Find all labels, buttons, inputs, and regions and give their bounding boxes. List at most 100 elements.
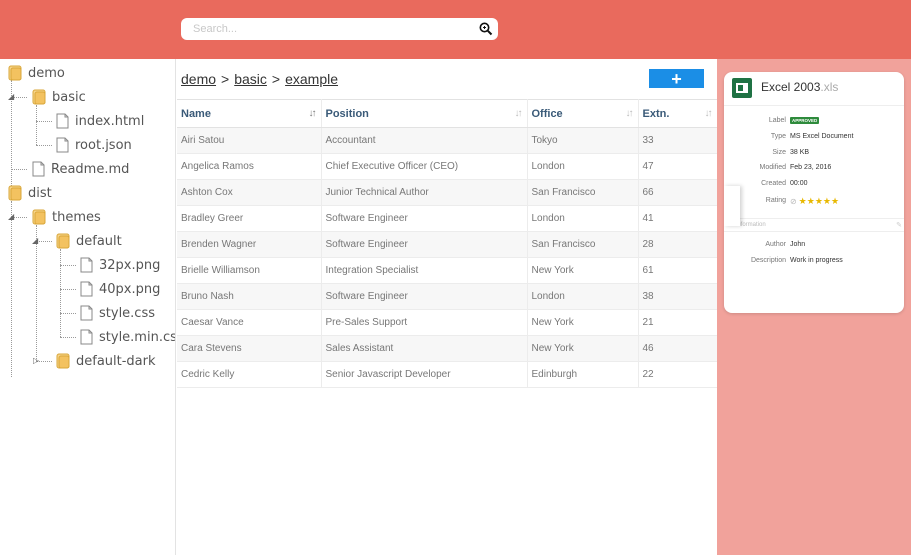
table-row[interactable]: Cedric Kelly Senior Javascript Developer E… [177, 361, 718, 388]
tree-item-style-min-css[interactable]: style.min.css [80, 326, 175, 348]
breadcrumb-separator: > [221, 71, 230, 87]
meta-value: 00:00 [790, 180, 808, 187]
cell-extn: 61 [638, 257, 718, 284]
star-icon[interactable]: ★ [831, 196, 839, 206]
column-header-name[interactable]: Name ↓↑ [177, 99, 322, 128]
breadcrumb-link[interactable]: basic [234, 71, 267, 87]
cell-position: Software Engineer [321, 283, 528, 310]
sort-icon[interactable]: ↓↑ [515, 108, 523, 119]
tree-item-index-html[interactable]: index.html [56, 110, 144, 132]
meta-value: 38 KB [790, 149, 810, 156]
cell-extn: 66 [638, 179, 718, 206]
search-box[interactable] [181, 18, 498, 40]
collapse-icon[interactable]: ◢ [8, 213, 16, 221]
star-icon[interactable]: ★ [823, 196, 831, 206]
meta-modified-row: Modified Feb 23, 2016 [724, 164, 904, 174]
table-row[interactable]: Bruno Nash Software Engineer London 38 [177, 283, 718, 310]
column-header-extn[interactable]: Extn. ↓↑ [638, 99, 718, 128]
cell-position: Accountant [321, 127, 528, 154]
sort-icon[interactable]: ↓↑ [626, 108, 634, 119]
file-name: Excel 2003 [761, 80, 821, 94]
breadcrumb-link[interactable]: example [285, 71, 338, 87]
section-header[interactable]: us information ✎ [724, 218, 904, 232]
meta-rating-row: Rating ⊘ ★★★★★ [724, 197, 904, 207]
tree-item-themes[interactable]: themes [32, 206, 101, 228]
cell-extn: 38 [638, 283, 718, 310]
breadcrumb-link[interactable]: demo [181, 71, 216, 87]
data-table: Name ↓↑ Position ↓↑ Office ↓↑ Extn. ↓↑ Airi … [177, 99, 718, 388]
cell-position: Pre-Sales Support [321, 309, 528, 336]
star-icon[interactable]: ★ [799, 196, 807, 206]
meta-author-row: Author John [724, 241, 904, 251]
folder-icon [32, 89, 46, 105]
column-header-position[interactable]: Position ↓↑ [321, 99, 528, 128]
cell-office: London [527, 283, 639, 310]
tree-item-label: dist [28, 185, 52, 201]
table-row[interactable]: Angelica Ramos Chief Executive Officer (C… [177, 153, 718, 180]
file-icon [80, 257, 93, 273]
author-link[interactable]: John [790, 241, 805, 248]
column-header-label: Office [531, 107, 563, 120]
cell-office: New York [527, 257, 639, 284]
add-button[interactable]: + [649, 69, 704, 88]
edit-icon[interactable]: ✎ [896, 221, 902, 229]
rating-stars[interactable]: ⊘ ★★★★★ [790, 196, 839, 207]
table-row[interactable]: Ashton Cox Junior Technical Author San Fra… [177, 179, 718, 206]
tree-item-root-json[interactable]: root.json [56, 134, 132, 156]
cell-position: Junior Technical Author [321, 179, 528, 206]
excel-file-icon [732, 78, 752, 98]
cell-name: Angelica Ramos [177, 153, 322, 180]
cell-position: Integration Specialist [321, 257, 528, 284]
file-tree: ◢ ◢ ◢ ▷ demo basic index.html root.json … [0, 59, 176, 555]
table-header-row: Name ↓↑ Position ↓↑ Office ↓↑ Extn. ↓↑ [177, 99, 718, 128]
clear-rating-icon[interactable]: ⊘ [790, 197, 797, 206]
status-badge: APPROVED [790, 117, 820, 124]
cell-extn: 41 [638, 205, 718, 232]
cell-name: Airi Satou [177, 127, 322, 154]
column-header-label: Position [325, 107, 369, 120]
description-link[interactable]: Work in progress [790, 257, 843, 264]
tree-item-default[interactable]: default [56, 230, 122, 252]
plus-icon: + [671, 68, 682, 89]
collapse-icon[interactable]: ◢ [8, 93, 16, 101]
table-row[interactable]: Brielle Williamson Integration Specialist… [177, 257, 718, 284]
column-header-office[interactable]: Office ↓↑ [527, 99, 639, 128]
tree-item-label: Readme.md [51, 161, 130, 177]
table-row[interactable]: Caesar Vance Pre-Sales Support New York 21 [177, 309, 718, 336]
tree-item-default-dark[interactable]: default-dark [56, 350, 156, 372]
tree-item-readme[interactable]: Readme.md [32, 158, 129, 180]
expand-icon[interactable]: ▷ [33, 357, 41, 365]
file-icon [56, 113, 69, 129]
column-header-label: Extn. [642, 107, 670, 120]
meta-created-row: Created 00:00 [724, 180, 904, 190]
file-icon [80, 329, 93, 345]
sort-icon[interactable]: ↓↑ [309, 108, 317, 119]
cell-office: San Francisco [527, 179, 639, 206]
divider [724, 105, 904, 106]
star-icon[interactable]: ★ [815, 196, 823, 206]
cell-extn: 21 [638, 309, 718, 336]
tree-item-style-css[interactable]: style.css [80, 302, 155, 324]
table-row[interactable]: Bradley Greer Software Engineer London 41 [177, 205, 718, 232]
tree-item-basic[interactable]: basic [32, 86, 86, 108]
cell-office: London [527, 205, 639, 232]
tree-item-label: basic [52, 89, 86, 105]
collapse-icon[interactable]: ◢ [32, 237, 40, 245]
star-icon[interactable]: ★ [807, 196, 815, 206]
meta-key: Created [761, 180, 786, 187]
meta-size-row: Size 38 KB [724, 149, 904, 159]
table-row[interactable]: Cara Stevens Sales Assistant New York 46 [177, 335, 718, 362]
cell-extn: 47 [638, 153, 718, 180]
sort-icon[interactable]: ↓↑ [705, 108, 713, 119]
file-title: Excel 2003.xls [761, 80, 838, 94]
cell-office: New York [527, 309, 639, 336]
tree-item-demo[interactable]: demo [8, 62, 65, 84]
table-row[interactable]: Brenden Wagner Software Engineer San Franc… [177, 231, 718, 258]
search-icon[interactable] [478, 21, 494, 37]
tree-item-40px-png[interactable]: 40px.png [80, 278, 160, 300]
tree-item-32px-png[interactable]: 32px.png [80, 254, 160, 276]
tree-item-dist[interactable]: dist [8, 182, 52, 204]
search-input[interactable] [181, 18, 471, 40]
folder-icon [56, 353, 70, 369]
table-row[interactable]: Airi Satou Accountant Tokyo 33 [177, 127, 718, 154]
